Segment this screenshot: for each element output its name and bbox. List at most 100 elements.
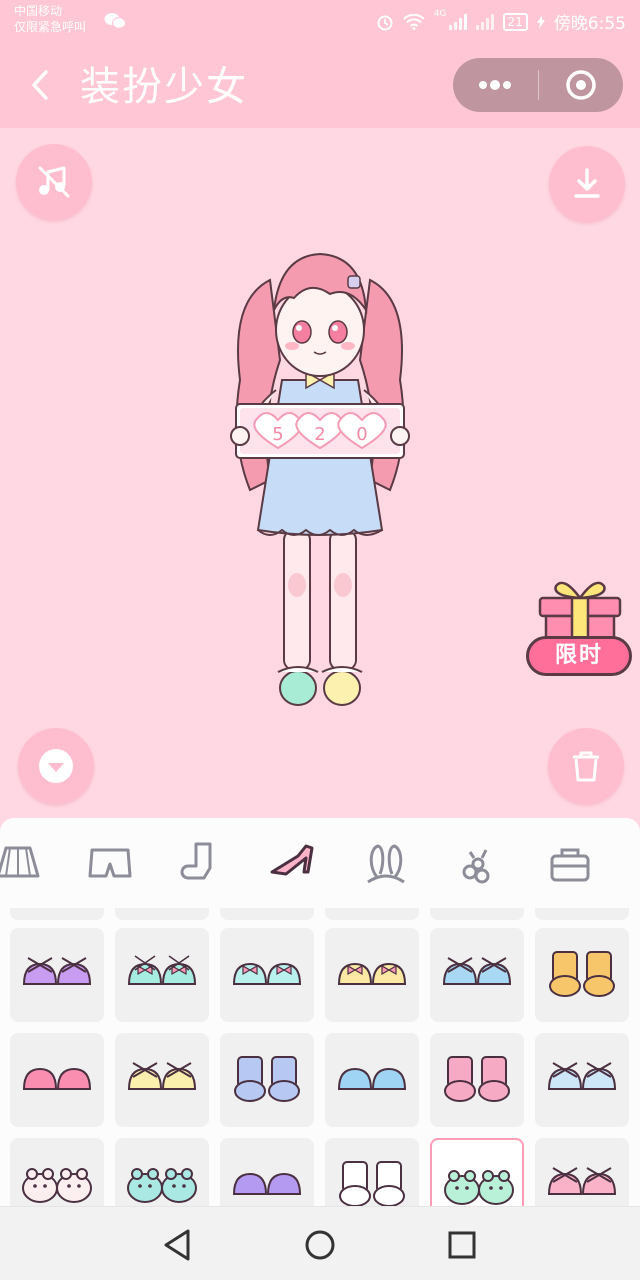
partial-item-cell[interactable] xyxy=(535,908,629,920)
carrier-info: 中国移动 仅限紧急呼叫 xyxy=(14,3,86,35)
skirt-icon xyxy=(0,846,40,878)
orange-boots-icon xyxy=(549,951,615,997)
yellow-bow-shoes-icon xyxy=(337,962,407,985)
music-off-icon xyxy=(38,166,70,198)
clock: 傍晚6:55 xyxy=(553,14,626,34)
back-chevron-icon xyxy=(32,70,48,100)
item-grid xyxy=(0,908,640,1206)
triangle-back-icon xyxy=(164,1229,190,1261)
shoe-item[interactable] xyxy=(10,928,104,1022)
purple-strap-shoes-icon xyxy=(22,957,92,985)
system-nav-bar xyxy=(0,1206,640,1280)
shoe-item[interactable] xyxy=(325,1033,419,1127)
mint-bow-shoes-icon xyxy=(232,962,302,985)
alarm-icon xyxy=(377,15,393,30)
limited-gift-button[interactable]: 限时 xyxy=(524,576,636,680)
high-heel-icon xyxy=(270,844,314,876)
purple-rounded-shoes-icon xyxy=(232,1172,302,1195)
shoe-item[interactable] xyxy=(220,928,314,1022)
category-tab[interactable] xyxy=(80,835,140,891)
shoe-item[interactable] xyxy=(220,1033,314,1127)
shoe-item[interactable] xyxy=(10,1033,104,1127)
partial-item-cell[interactable] xyxy=(430,908,524,920)
sign-digit: 5 xyxy=(272,424,283,445)
music-toggle-button[interactable] xyxy=(16,144,92,220)
collapse-panel-button[interactable] xyxy=(18,728,94,804)
sign-digit: 0 xyxy=(356,424,367,445)
shoe-item[interactable] xyxy=(325,1138,419,1206)
bear-slippers-icon xyxy=(22,1168,92,1203)
category-tabs xyxy=(0,818,640,908)
partial-item-cell[interactable] xyxy=(10,908,104,920)
light-blue-sandals-icon xyxy=(547,1062,617,1090)
status-bar: 中国移动 仅限紧急呼叫 4G 21 傍晚6:55 xyxy=(0,0,640,44)
wifi-icon xyxy=(403,13,425,30)
carrier-name: 中国移动 xyxy=(14,4,63,18)
nav-recents-button[interactable] xyxy=(440,1223,484,1267)
shoe-item[interactable] xyxy=(535,1033,629,1127)
category-tab[interactable] xyxy=(540,835,600,891)
target-close-icon xyxy=(566,70,596,100)
status-icons: 4G 21 傍晚6:55 xyxy=(376,9,626,34)
shoe-item[interactable] xyxy=(430,1033,524,1127)
battery-indicator: 21 xyxy=(502,12,528,31)
blue-laced-boots-icon xyxy=(234,1056,300,1102)
charging-icon xyxy=(536,14,545,29)
shoe-item[interactable] xyxy=(430,1138,524,1206)
sock-icon xyxy=(180,842,212,880)
shoe-item[interactable] xyxy=(115,1033,209,1127)
clear-outfit-button[interactable] xyxy=(548,728,624,804)
square-recents-icon xyxy=(448,1231,476,1259)
shoe-item[interactable] xyxy=(430,928,524,1022)
shoe-item[interactable] xyxy=(220,1138,314,1206)
category-tab[interactable] xyxy=(264,835,324,891)
bag-icon xyxy=(550,848,590,882)
category-tab[interactable] xyxy=(172,835,232,891)
balloon-icon xyxy=(632,835,640,891)
page-title: 装扮少女 xyxy=(80,64,248,110)
shoe-item[interactable] xyxy=(115,1138,209,1206)
sky-blue-loafers-icon xyxy=(337,1067,407,1090)
shoe-item[interactable] xyxy=(115,928,209,1022)
trash-icon xyxy=(573,751,599,782)
shorts-icon xyxy=(88,848,132,878)
flower-accessory-icon xyxy=(462,849,490,884)
category-tab[interactable] xyxy=(0,835,48,891)
shoe-item[interactable] xyxy=(535,1138,629,1206)
signal-1-icon xyxy=(448,13,467,30)
sign-digit: 2 xyxy=(314,424,325,445)
partial-item-cell[interactable] xyxy=(325,908,419,920)
category-tab[interactable] xyxy=(356,835,416,891)
download-button[interactable] xyxy=(549,146,625,222)
yellow-mary-janes-icon xyxy=(127,1062,197,1090)
category-tab[interactable] xyxy=(632,835,640,891)
partial-item-cell[interactable] xyxy=(220,908,314,920)
shoe-item[interactable] xyxy=(535,928,629,1022)
mint-ribbon-shoes-icon xyxy=(127,955,197,985)
signal-2-icon xyxy=(475,13,494,30)
more-dots-icon xyxy=(479,80,511,90)
nav-back-button[interactable] xyxy=(156,1223,200,1267)
pink-flats-icon xyxy=(22,1067,92,1090)
category-tab[interactable] xyxy=(448,835,508,891)
nav-home-button[interactable] xyxy=(298,1223,342,1267)
white-socks-icon xyxy=(339,1161,405,1206)
shoe-item[interactable] xyxy=(325,928,419,1022)
wechat-icon xyxy=(104,13,126,29)
bunny-ears-icon xyxy=(367,844,405,884)
more-menu-button[interactable] xyxy=(453,58,538,112)
download-icon xyxy=(574,168,600,198)
mini-program-capsule xyxy=(453,58,623,112)
partial-item-cell[interactable] xyxy=(115,908,209,920)
shoe-item[interactable] xyxy=(10,1138,104,1206)
mint-yellow-fluffy-slippers-icon xyxy=(444,1170,514,1205)
back-button[interactable] xyxy=(26,66,60,104)
caret-down-icon xyxy=(39,749,73,783)
emergency-only-text: 仅限紧急呼叫 xyxy=(14,20,87,34)
limited-badge: 限时 xyxy=(526,636,632,676)
nav-bar: 装扮少女 xyxy=(0,44,640,128)
wardrobe-panel xyxy=(0,818,640,1206)
circle-home-icon xyxy=(305,1230,335,1260)
close-mini-program-button[interactable] xyxy=(539,58,623,112)
blue-heart-shoes-icon xyxy=(442,957,512,985)
